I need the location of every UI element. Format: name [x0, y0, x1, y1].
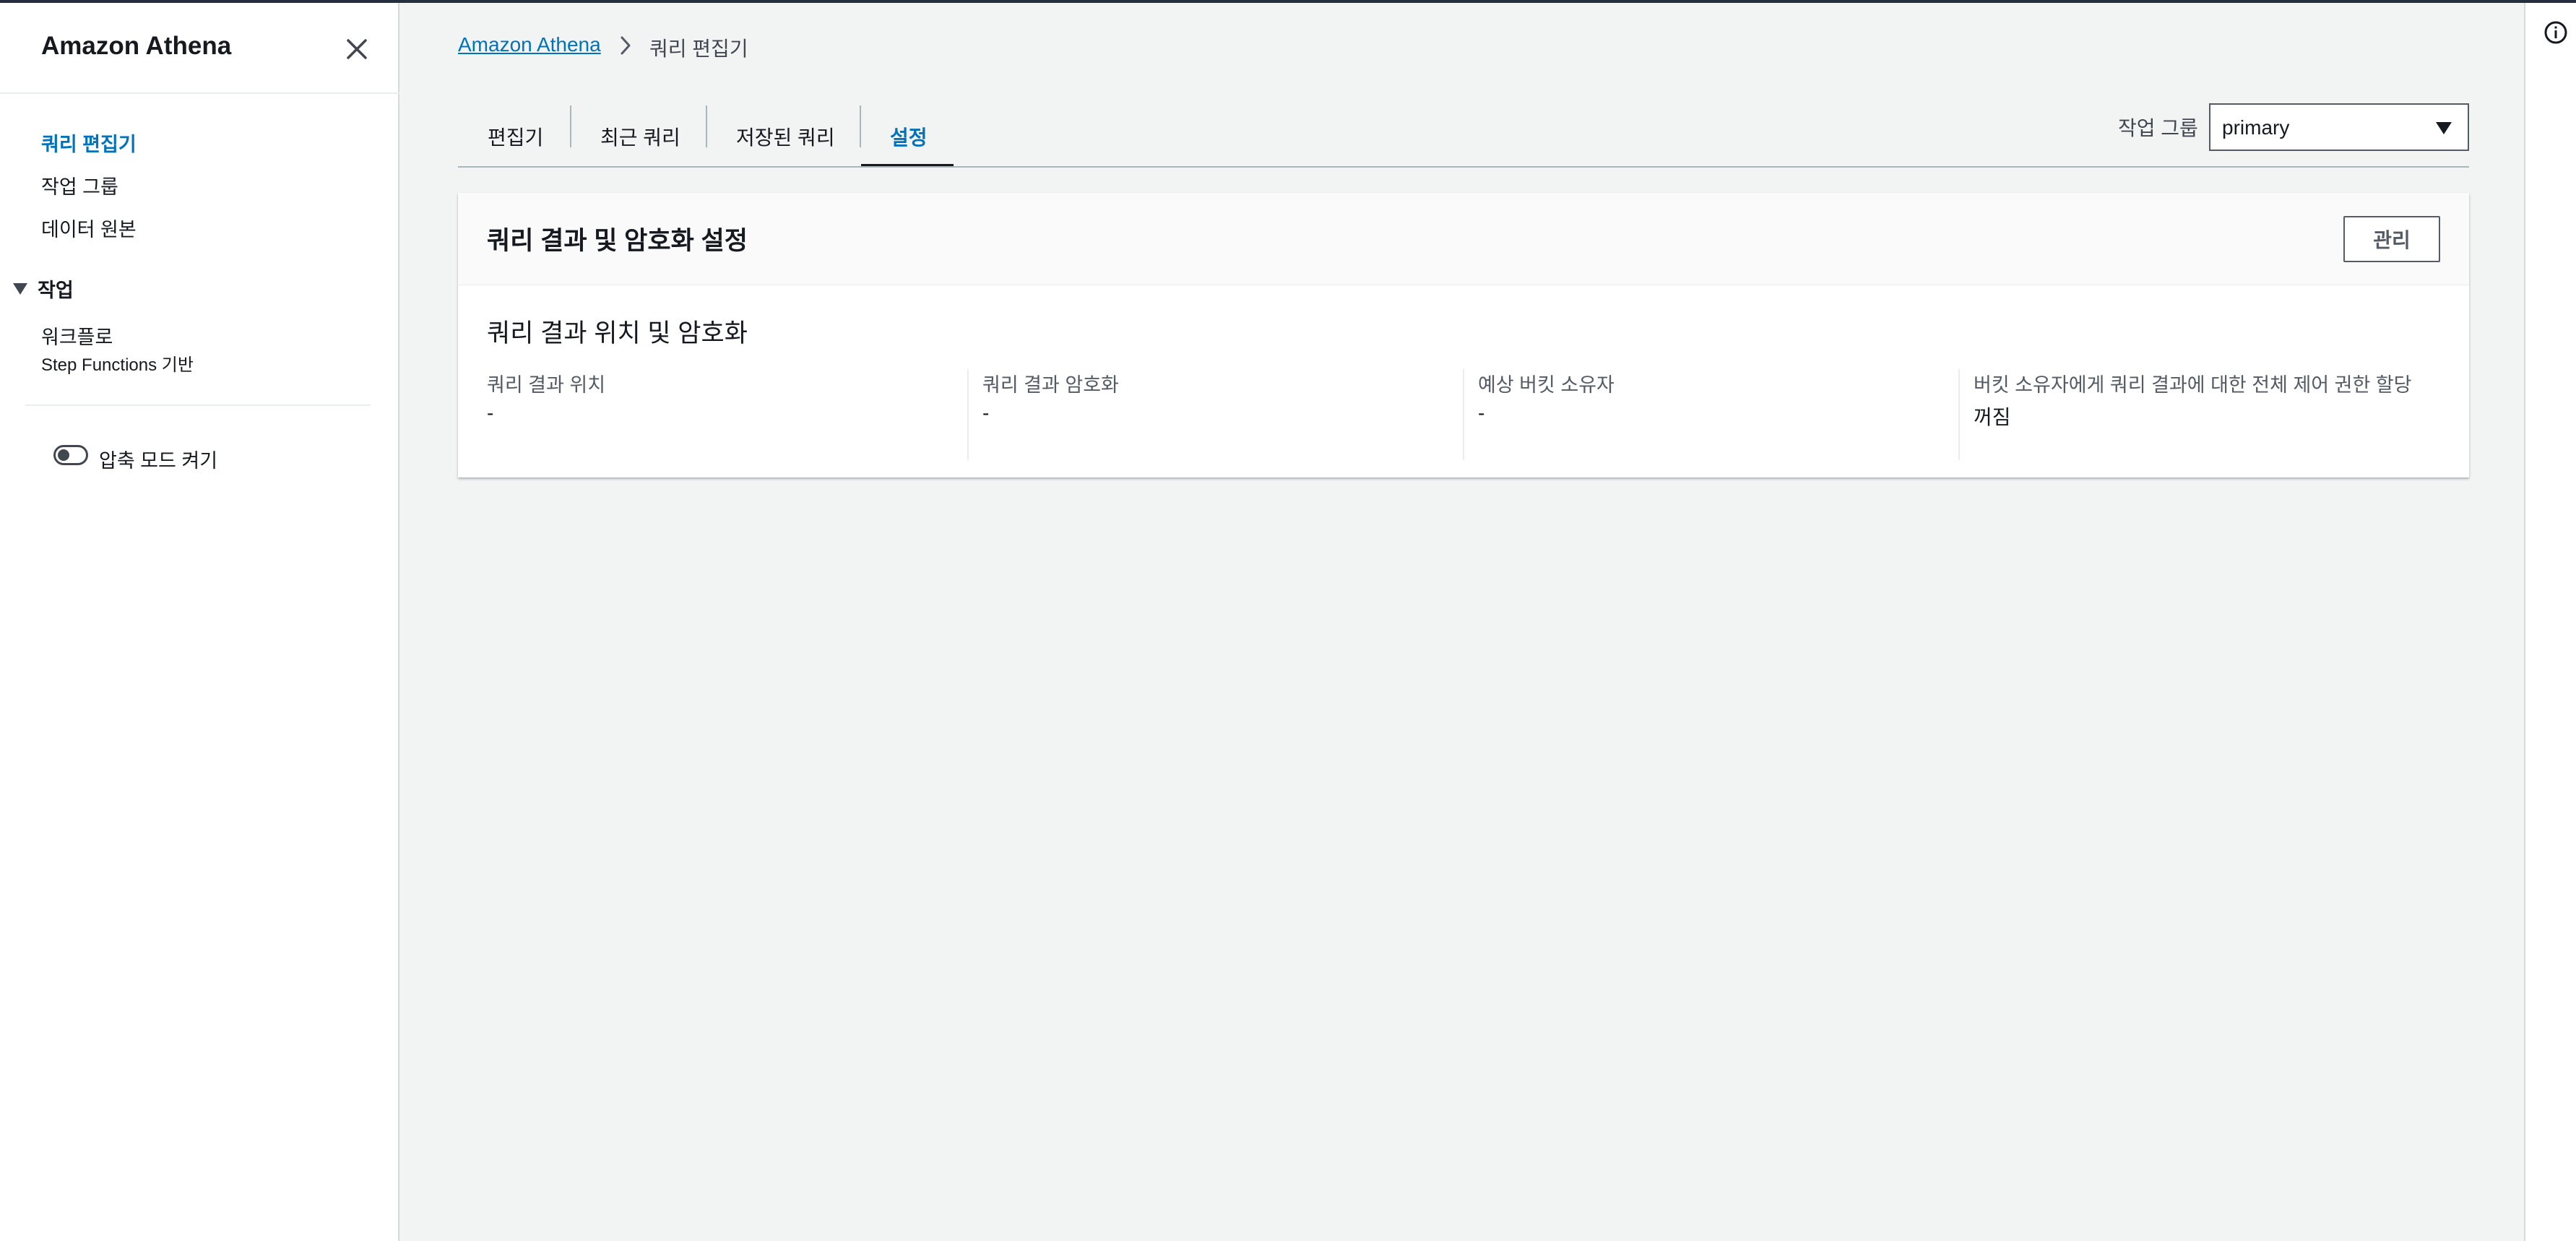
field-bucket-owner-full-control: 버킷 소유자에게 쿼리 결과에 대한 전체 제어 권한 할당 꺼짐 [1961, 369, 2459, 460]
sidebar-item-query-editor[interactable]: 쿼리 편집기 [41, 129, 137, 157]
sidebar-title: Amazon Athena [41, 32, 232, 60]
manage-button[interactable]: 관리 [2343, 216, 2440, 262]
field-expected-bucket-owner: 예상 버킷 소유자 - [1465, 369, 1948, 460]
chevron-right-icon [621, 36, 631, 55]
side-navigation: Amazon Athena 쿼리 편집기 작업 그룹 데이터 원본 작업 워크플… [0, 3, 399, 1241]
column-divider [1958, 369, 1960, 460]
field-value: 꺼짐 [1974, 406, 2011, 428]
workgroup-value: primary [2222, 116, 2290, 139]
panel-title: 쿼리 결과 및 암호화 설정 [487, 227, 748, 255]
toggle-knob [58, 449, 69, 461]
sidebar-item-workflows[interactable]: 워크플로 [41, 321, 113, 350]
sidebar-divider [25, 405, 371, 406]
field-value: - [982, 402, 990, 424]
tab-recent-queries[interactable]: 최근 쿼리 [600, 105, 680, 168]
field-query-result-location: 쿼리 결과 위치 - [474, 369, 956, 460]
sidebar-item-data-sources[interactable]: 데이터 원본 [41, 214, 137, 242]
query-settings-panel: 쿼리 결과 및 암호화 설정 관리 쿼리 결과 위치 및 암호화 쿼리 결과 위… [458, 193, 2469, 477]
tab-settings[interactable]: 설정 [890, 105, 928, 168]
column-divider [967, 369, 969, 460]
tab-separator [706, 105, 707, 147]
field-value: - [487, 402, 494, 424]
sidebar-section-label: 작업 [38, 280, 74, 301]
field-label: 예상 버킷 소유자 [1478, 374, 1615, 396]
field-value: - [1478, 402, 1485, 424]
caret-down-icon [13, 282, 27, 295]
workgroup-label: 작업 그룹 [2118, 117, 2198, 139]
tab-separator [570, 105, 571, 147]
workgroup-select[interactable]: primary [2209, 103, 2469, 151]
caret-down-icon [2436, 122, 2452, 134]
compact-mode-toggle[interactable] [53, 445, 88, 465]
field-label: 쿼리 결과 암호화 [982, 374, 1119, 396]
compact-mode-label: 압축 모드 켜기 [99, 450, 218, 472]
tab-saved-queries[interactable]: 저장된 쿼리 [736, 105, 835, 168]
help-panel-rail [2524, 3, 2576, 1241]
field-label: 버킷 소유자에게 쿼리 결과에 대한 전체 제어 권한 할당 [1974, 374, 2412, 396]
breadcrumb-athena[interactable]: Amazon Athena [458, 33, 601, 56]
tab-bar-divider [458, 166, 2469, 168]
tab-editor[interactable]: 편집기 [488, 105, 543, 168]
sidebar-divider [0, 92, 399, 94]
panel-header: 쿼리 결과 및 암호화 설정 관리 [458, 193, 2469, 285]
sidebar-section-jobs[interactable]: 작업 [13, 274, 74, 303]
field-query-result-encryption: 쿼리 결과 암호화 - [969, 369, 1452, 460]
sidebar-item-workgroups[interactable]: 작업 그룹 [41, 171, 118, 199]
sidebar-item-workflows-sublabel: Step Functions 기반 [41, 355, 194, 375]
breadcrumb-current: 쿼리 편집기 [649, 38, 748, 60]
field-label: 쿼리 결과 위치 [487, 374, 606, 396]
tab-separator [860, 105, 861, 147]
column-divider [1463, 369, 1464, 460]
info-icon[interactable] [2543, 20, 2568, 45]
close-icon[interactable] [342, 35, 371, 64]
panel-subtitle: 쿼리 결과 위치 및 암호화 [487, 319, 748, 347]
